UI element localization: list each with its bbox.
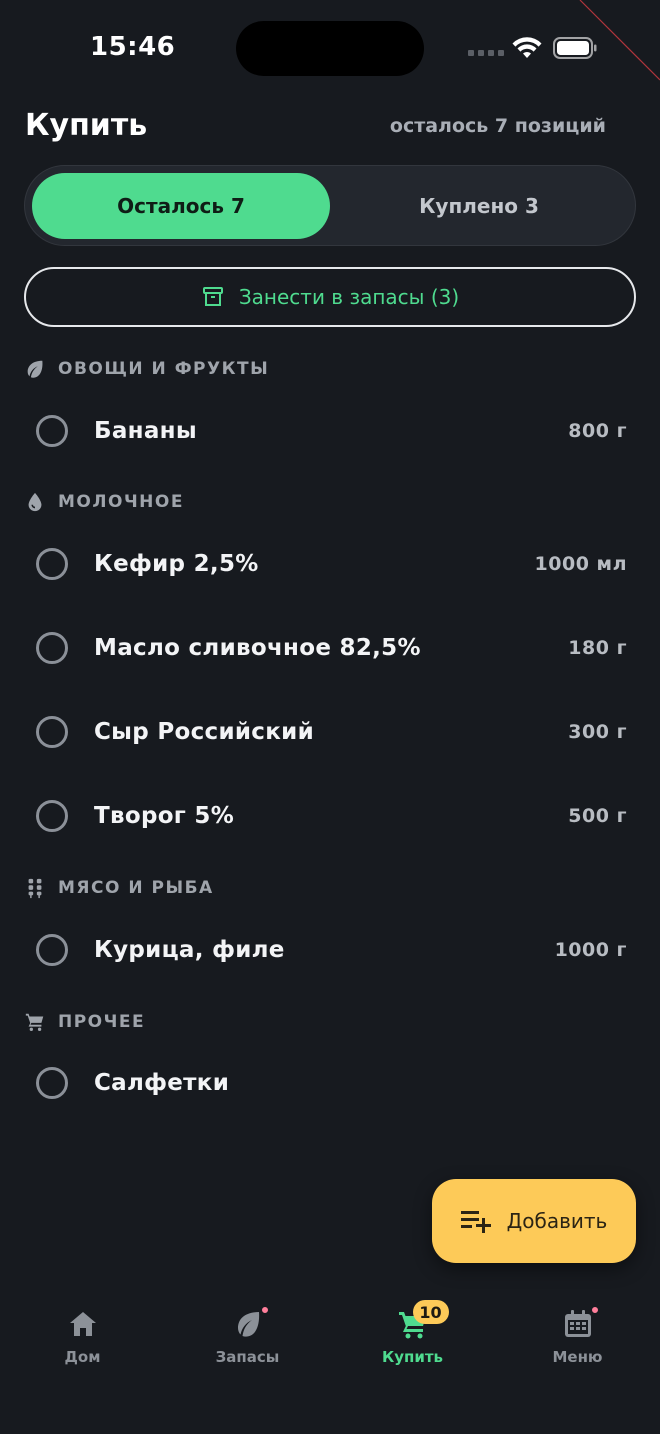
tab-label: Меню (552, 1348, 603, 1366)
leaf-icon (27, 360, 43, 378)
playlist-add-icon (460, 1211, 491, 1233)
section-header-meat: МЯСО И РЫБА (24, 877, 214, 899)
section-title: МОЛОЧНОЕ (58, 492, 184, 512)
wifi-icon (512, 37, 542, 58)
section-header-dairy: МОЛОЧНОЕ (24, 491, 184, 513)
cellular-signal-icon (468, 50, 504, 56)
tab-label: Дом (64, 1348, 101, 1366)
item-checkbox[interactable] (36, 934, 68, 966)
segment-remaining[interactable]: Осталось 7 (32, 173, 330, 239)
item-name: Курица, филе (94, 937, 285, 963)
list-item: Курица, филе 1000 г (24, 920, 636, 980)
add-item-label: Добавить (506, 1209, 608, 1233)
item-name: Салфетки (94, 1070, 230, 1096)
list-item: Сыр Российский 300 г (24, 702, 636, 762)
tab-label: Запасы (215, 1348, 280, 1366)
notification-dot (589, 1305, 600, 1315)
move-to-stock-button[interactable]: Занести в запасы (3) (24, 267, 636, 327)
filter-segmented-control: Осталось 7 Куплено 3 (24, 165, 636, 246)
item-quantity: 300 г (568, 721, 627, 743)
item-checkbox[interactable] (36, 415, 68, 447)
item-name: Масло сливочное 82,5% (94, 635, 421, 661)
section-header-other: ПРОЧЕЕ (24, 1011, 145, 1033)
list-item: Кефир 2,5% 1000 мл (24, 534, 636, 594)
segment-bought[interactable]: Куплено 3 (330, 173, 628, 239)
remaining-count-text: осталось 7 позиций (389, 115, 606, 137)
status-time: 15:46 (90, 32, 176, 62)
add-item-button[interactable]: Добавить (432, 1179, 636, 1263)
tab-stock-icon-wrap (232, 1305, 270, 1340)
item-quantity: 1000 г (554, 939, 627, 961)
kebab-icon (28, 878, 42, 899)
cart-icon (25, 1013, 44, 1031)
tab-buy-icon-wrap: 10 (397, 1300, 449, 1340)
leaf-icon (237, 1312, 259, 1337)
tab-home[interactable]: Дом (0, 1308, 165, 1366)
section-title: МЯСО И РЫБА (58, 878, 214, 898)
section-title: ОВОЩИ И ФРУКТЫ (58, 359, 270, 379)
item-quantity: 500 г (568, 805, 627, 827)
item-name: Кефир 2,5% (94, 551, 259, 577)
item-quantity: 800 г (568, 420, 627, 442)
cart-badge: 10 (412, 1300, 449, 1324)
tab-home-icon-wrap (67, 1308, 99, 1340)
archive-icon (202, 287, 223, 306)
item-checkbox[interactable] (36, 632, 68, 664)
section-title: ПРОЧЕЕ (58, 1012, 146, 1032)
section-header-fruits: ОВОЩИ И ФРУКТЫ (24, 358, 269, 380)
list-item: Творог 5% 500 г (24, 786, 636, 846)
bottom-tab-bar: Дом Запасы 10 Купить Меню (0, 1290, 660, 1434)
item-quantity: 180 г (568, 637, 627, 659)
move-to-stock-label: Занести в запасы (3) (238, 285, 460, 309)
item-name: Творог 5% (94, 803, 235, 829)
item-name: Сыр Российский (94, 719, 314, 745)
status-bar: 15:46 (0, 0, 660, 96)
home-icon (69, 1312, 96, 1336)
notification-dot (259, 1305, 270, 1315)
tab-buy[interactable]: 10 Купить (330, 1300, 495, 1366)
item-checkbox[interactable] (36, 800, 68, 832)
corner-decoration (579, 0, 660, 81)
tab-label: Купить (381, 1348, 444, 1366)
item-checkbox[interactable] (36, 548, 68, 580)
page-title: Купить (25, 108, 148, 143)
item-checkbox[interactable] (36, 716, 68, 748)
item-checkbox[interactable] (36, 1067, 68, 1099)
calendar-icon (564, 1310, 591, 1337)
tab-menu[interactable]: Меню (495, 1305, 660, 1366)
item-quantity: 1000 мл (534, 553, 627, 575)
drop-icon (28, 492, 42, 512)
item-name: Бананы (94, 418, 197, 444)
list-item: Бананы 800 г (24, 401, 636, 461)
list-item: Масло сливочное 82,5% 180 г (24, 618, 636, 678)
dynamic-island (236, 21, 424, 76)
tab-menu-icon-wrap (562, 1305, 600, 1340)
list-item: Салфетки (24, 1053, 636, 1113)
tab-stock[interactable]: Запасы (165, 1305, 330, 1366)
